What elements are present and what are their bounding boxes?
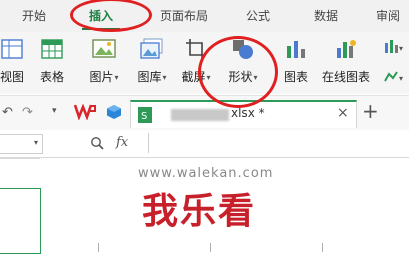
blurred-filename (171, 109, 229, 121)
line-chart-small-icon: ▾ (383, 68, 404, 87)
table-button[interactable]: 表格 (34, 32, 70, 92)
pivot-icon (1, 38, 23, 64)
picture-dropdown-icon: ▾ (114, 73, 119, 82)
cube-icon[interactable] (106, 104, 122, 124)
spreadsheet-grid[interactable]: www.walekan.com 我乐看 (0, 158, 409, 254)
column-chart-small-icon: ▾ (384, 38, 404, 57)
document-tab-bar: ↶ ↷ ▾ S xlsx * × + (0, 95, 409, 131)
svg-text:▾: ▾ (399, 74, 403, 83)
spreadsheet-file-icon: S (137, 106, 153, 128)
gallery-label: 图库▾ (137, 70, 167, 84)
chart-label: 图表 (283, 70, 308, 84)
online-chart-label: 在线图表 (321, 70, 370, 84)
gallery-dropdown-icon: ▾ (162, 73, 167, 82)
grid-line (322, 243, 323, 252)
name-box-dropdown-icon[interactable]: ▾ (34, 138, 38, 147)
pivot-view-button[interactable]: 视图 (0, 32, 30, 92)
grid-line (210, 243, 211, 252)
table-label: 表格 (39, 70, 64, 84)
grid-line (0, 158, 40, 159)
tab-page-layout[interactable]: 页面布局 (152, 4, 216, 28)
tab-review[interactable]: 审阅 (368, 4, 408, 28)
redo-icon[interactable]: ↷ (22, 105, 33, 120)
tab-data[interactable]: 数据 (308, 4, 344, 28)
picture-icon (92, 38, 116, 64)
table-icon (41, 38, 63, 64)
online-chart-button[interactable]: 在线图表 (316, 32, 376, 92)
svg-text:S: S (141, 111, 147, 122)
undo-icon[interactable]: ↶ (2, 105, 13, 120)
menu-tab-bar: 开始 插入 页面布局 公式 数据 审阅 (0, 0, 409, 32)
gallery-icon (140, 38, 164, 64)
picture-button[interactable]: 图片▾ (80, 32, 128, 92)
grid-line (98, 243, 99, 252)
tab-formulas[interactable]: 公式 (240, 4, 276, 28)
name-box[interactable]: ▾ (0, 134, 43, 154)
online-chart-icon (335, 38, 357, 64)
file-extension: xlsx * (231, 106, 265, 120)
function-fx-icon[interactable]: fx (116, 135, 128, 150)
more-charts-button[interactable]: ▾ ▾ (378, 32, 409, 92)
annotation-circle-shapes (198, 36, 278, 108)
pivot-view-label: 视图 (0, 70, 24, 84)
tab-home[interactable]: 开始 (14, 4, 54, 28)
watermark-brand: 我乐看 (142, 191, 257, 232)
formula-bar: ▾ fx (0, 130, 409, 158)
zoom-search-icon[interactable] (90, 135, 104, 154)
chart-button[interactable]: 图表 (278, 32, 314, 92)
picture-label: 图片▾ (89, 70, 119, 84)
formula-input[interactable] (148, 133, 409, 153)
svg-text:▾: ▾ (399, 44, 403, 53)
watermark-url: www.walekan.com (138, 166, 274, 181)
wps-logo-icon[interactable] (73, 102, 96, 124)
bar-chart-icon (285, 38, 307, 64)
close-tab-icon[interactable]: × (337, 105, 349, 121)
gallery-button[interactable]: 图库▾ (128, 32, 176, 92)
selected-cell-border (0, 188, 41, 254)
new-tab-icon[interactable]: + (362, 99, 379, 123)
quick-access-dropdown-icon[interactable]: ▾ (52, 106, 57, 116)
